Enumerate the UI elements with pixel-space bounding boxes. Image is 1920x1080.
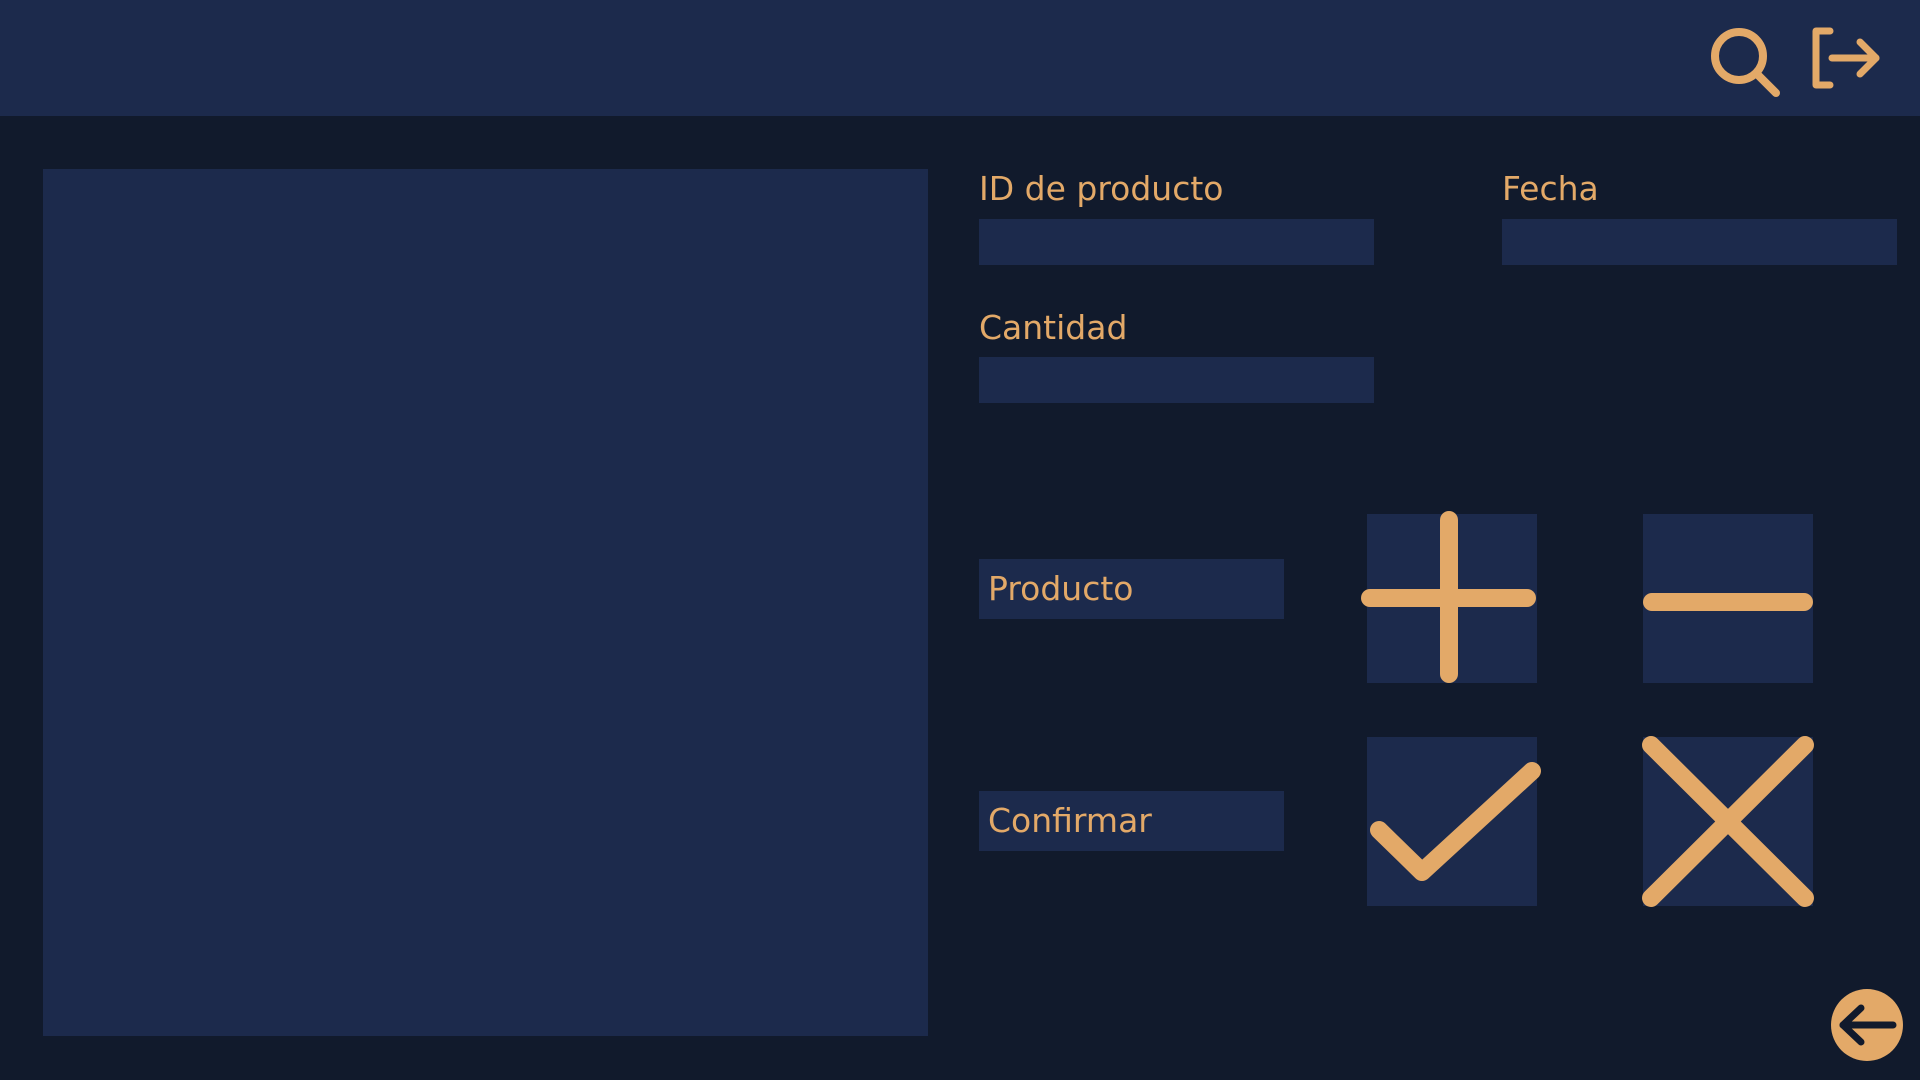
quantity-label: Cantidad (979, 308, 1128, 347)
top-bar (0, 0, 1920, 116)
product-id-label: ID de producto (979, 169, 1224, 208)
arrow-left-icon (1839, 1004, 1897, 1046)
product-preview-panel (43, 169, 928, 1036)
remove-button[interactable] (1643, 514, 1813, 683)
plus-icon (1361, 511, 1536, 683)
back-button[interactable] (1831, 989, 1903, 1061)
close-icon (1642, 736, 1814, 907)
search-icon (1711, 28, 1780, 97)
app-window: ID de producto Fecha Cantidad Producto C… (0, 0, 1920, 1080)
product-button[interactable]: Producto (979, 559, 1284, 619)
logout-button[interactable] (1810, 25, 1884, 91)
search-button[interactable] (1708, 25, 1782, 99)
minus-icon (1643, 593, 1813, 611)
date-input[interactable] (1502, 219, 1897, 265)
quantity-input[interactable] (979, 357, 1374, 403)
accept-button[interactable] (1367, 737, 1541, 906)
date-label: Fecha (1502, 169, 1599, 208)
add-button[interactable] (1361, 511, 1537, 683)
product-id-input[interactable] (979, 219, 1374, 265)
confirm-button[interactable]: Confirmar (979, 791, 1284, 851)
cancel-button[interactable] (1642, 736, 1814, 907)
logout-icon (1812, 27, 1880, 89)
check-icon (1370, 762, 1541, 881)
